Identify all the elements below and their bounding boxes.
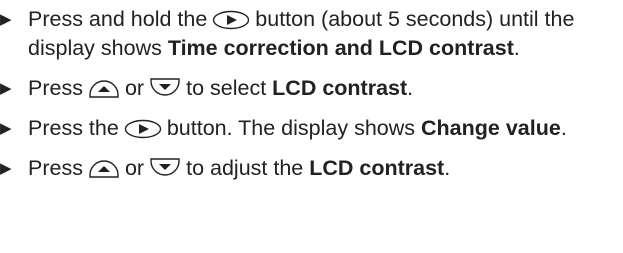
step-4-bold-text: LCD contrast bbox=[309, 156, 445, 180]
step-4-text-3: to adjust the bbox=[186, 156, 304, 180]
down-arrow-button-icon bbox=[149, 77, 181, 99]
instruction-step-3: ▶ Press the button. The display shows Cha… bbox=[0, 114, 623, 143]
step-2-text-3: to select bbox=[186, 76, 267, 100]
step-2-text-4: . bbox=[407, 76, 414, 100]
step-1-text-1: Press and hold the bbox=[28, 7, 208, 31]
bullet-arrow: ▶ bbox=[0, 120, 12, 137]
step-4-text-1: Press bbox=[28, 156, 83, 180]
bullet-arrow: ▶ bbox=[0, 11, 12, 28]
instruction-list: ▶ Press and hold the button (about 5 seco… bbox=[0, 0, 623, 253]
bullet-arrow: ▶ bbox=[0, 80, 12, 97]
instruction-step-2: ▶ Press or to select LCD contrast. bbox=[0, 74, 623, 103]
instruction-step-1: ▶ Press and hold the button (about 5 seco… bbox=[0, 5, 623, 63]
instruction-step-4: ▶ Press or to adjust the LCD contrast. bbox=[0, 154, 623, 183]
bullet-arrow: ▶ bbox=[0, 160, 12, 177]
step-3-text-2: button. The display shows bbox=[166, 116, 416, 140]
step-4-text-4: . bbox=[444, 156, 451, 180]
step-2-text-2: or bbox=[124, 76, 145, 100]
up-arrow-button-icon bbox=[88, 77, 120, 99]
down-arrow-button-icon bbox=[149, 157, 181, 179]
step-3-text-3: . bbox=[560, 116, 567, 140]
step-2-bold-text: LCD contrast bbox=[272, 76, 408, 100]
step-3-bold-text: Change value bbox=[421, 116, 561, 140]
step-4-text-2: or bbox=[124, 156, 145, 180]
step-1-text-3: . bbox=[513, 36, 520, 60]
right-arrow-button-icon bbox=[212, 10, 250, 30]
right-arrow-button-icon bbox=[124, 119, 162, 139]
step-3-text-1: Press the bbox=[28, 116, 119, 140]
step-1-bold-text: Time correction and LCD contrast bbox=[167, 36, 514, 60]
step-2-text-1: Press bbox=[28, 76, 83, 100]
up-arrow-button-icon bbox=[88, 157, 120, 179]
